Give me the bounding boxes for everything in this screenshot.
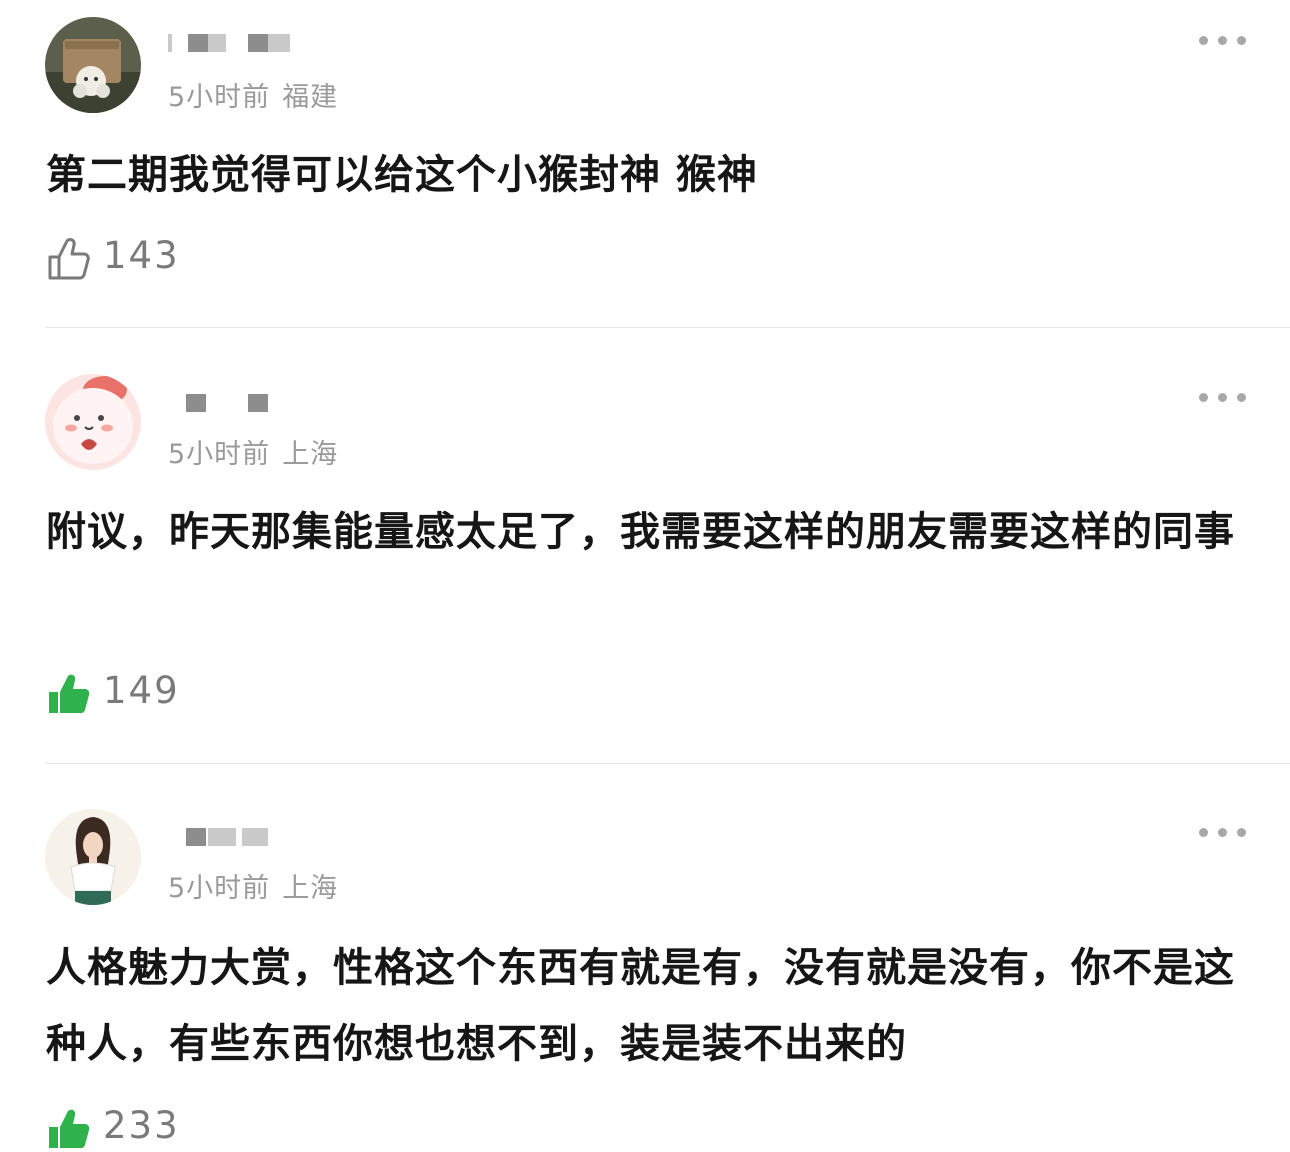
divider <box>45 763 1290 764</box>
thumbs-up-filled-icon <box>49 674 90 713</box>
comment-text: 第二期我觉得可以给这个小猴封神 猴神 <box>46 152 758 198</box>
comment-meta: 5小时前 上海 <box>168 866 338 905</box>
like-count: 143 <box>103 234 180 277</box>
comment-time: 5小时前 <box>168 82 271 113</box>
avatar[interactable] <box>45 374 141 470</box>
divider <box>45 327 1290 328</box>
avatar[interactable] <box>45 17 141 113</box>
more-dots-icon[interactable] <box>1199 826 1247 838</box>
username-redacted[interactable] <box>168 824 278 848</box>
thumbs-up-outline-icon <box>48 238 90 280</box>
comment-time: 5小时前 <box>168 873 271 904</box>
username-redacted[interactable] <box>168 30 298 54</box>
like-count: 233 <box>103 1104 180 1147</box>
more-dots-icon[interactable] <box>1199 34 1247 46</box>
avatar[interactable] <box>45 809 141 905</box>
comment-text: 人格魅力大赏，性格这个东西有就是有，没有就是没有，你不是这种人，有些东西你想也想… <box>46 945 1235 1067</box>
username-redacted[interactable] <box>168 390 278 414</box>
like-count: 149 <box>103 669 180 712</box>
comment-time: 5小时前 <box>168 439 271 470</box>
comment-location: 福建 <box>282 82 339 113</box>
comment-meta: 5小时前 上海 <box>168 432 338 471</box>
more-dots-icon[interactable] <box>1199 391 1247 403</box>
comment-meta: 5小时前 福建 <box>168 75 338 114</box>
thumbs-up-filled-icon <box>49 1109 90 1148</box>
comment-location: 上海 <box>282 439 339 470</box>
comment-text: 附议，昨天那集能量感太足了，我需要这样的朋友需要这样的同事 <box>46 509 1235 555</box>
comment-location: 上海 <box>282 873 339 904</box>
